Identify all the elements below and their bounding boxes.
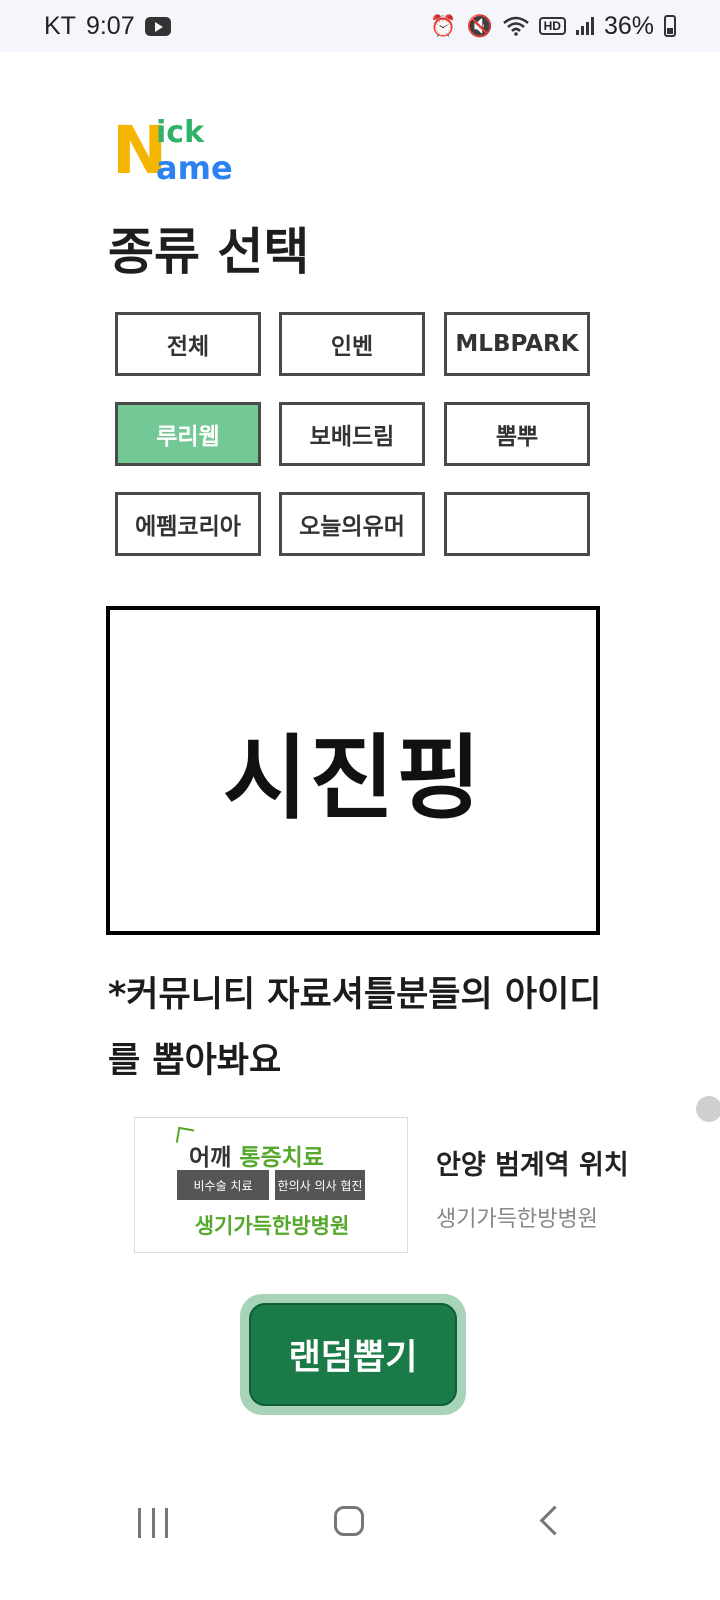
category-button-all[interactable]: 전체 — [115, 312, 261, 376]
logo-ame: ame — [156, 149, 233, 187]
system-nav-bar — [0, 1470, 720, 1600]
category-button-todayhumor[interactable]: 오늘의유머 — [279, 492, 425, 556]
scroll-indicator[interactable] — [696, 1096, 720, 1122]
status-bar-left: KT 9:07 — [44, 12, 171, 41]
result-nickname: 시진핑 — [223, 725, 483, 832]
carrier-label: KT — [44, 11, 76, 40]
battery-icon — [664, 15, 676, 37]
ad-headline-plain: 어깨 — [189, 1145, 240, 1171]
random-pick-button[interactable]: 랜덤뽑기 — [240, 1294, 466, 1415]
ad-headline: 어깨 통증치료 — [189, 1138, 324, 1172]
battery-percent: 36% — [603, 11, 654, 40]
result-box: 시진핑 — [106, 606, 600, 935]
category-button-fmkorea[interactable]: 에펨코리아 — [115, 492, 261, 556]
category-button-ppomppu[interactable]: 뽐뿌 — [444, 402, 590, 466]
ad-description: 생기가득한방병원 — [436, 1207, 598, 1232]
category-button-ruliweb[interactable]: 루리웹 — [115, 402, 261, 466]
ad-tag-nonsurgical: 비수술 치료 — [177, 1170, 269, 1200]
home-icon[interactable] — [334, 1506, 364, 1536]
section-title: 종류 선택 — [108, 223, 310, 281]
random-pick-label[interactable]: 랜덤뽑기 — [249, 1303, 457, 1406]
description-note: *커뮤니티 자료셔틀분들의 아이디를 뽑아봐요 — [108, 975, 602, 1081]
clock: 9:07 — [85, 11, 135, 40]
alarm-icon: ⏰ — [430, 14, 457, 38]
category-button-mlbpark[interactable]: MLBPARK — [444, 312, 590, 376]
ad-image[interactable]: 어깨 통증치료 비수술 치료 한의사 의사 협진 생기가득한방병원 — [134, 1117, 408, 1253]
status-bar-right: ⏰ 🔇 HD 36% — [430, 12, 676, 41]
nickname-logo: N ick ame — [112, 118, 252, 190]
wifi-icon — [502, 16, 529, 36]
category-button-inven[interactable]: 인벤 — [279, 312, 425, 376]
mute-icon: 🔇 — [466, 14, 493, 38]
signal-icon — [575, 17, 594, 35]
recent-apps-icon[interactable] — [138, 1508, 168, 1538]
category-button-bobaedream[interactable]: 보배드림 — [279, 402, 425, 466]
ad-image-subline: 생기가득한방병원 — [194, 1214, 350, 1238]
status-bar: KT 9:07 ⏰ 🔇 HD 36% — [0, 0, 720, 52]
ad-tag-cooperation: 한의사 의사 협진 — [275, 1170, 365, 1200]
hd-voice-icon: HD — [538, 17, 566, 35]
logo-ick: ick — [156, 115, 205, 150]
category-button-empty[interactable] — [444, 492, 590, 556]
back-icon[interactable] — [539, 1505, 570, 1536]
ad-headline-green: 통증치료 — [239, 1145, 324, 1171]
ad-banner[interactable]: 어깨 통증치료 비수술 치료 한의사 의사 협진 생기가득한방병원 안양 범계역… — [134, 1117, 644, 1255]
ad-title[interactable]: 안양 범계역 위치 — [436, 1143, 629, 1182]
youtube-icon — [144, 16, 171, 36]
